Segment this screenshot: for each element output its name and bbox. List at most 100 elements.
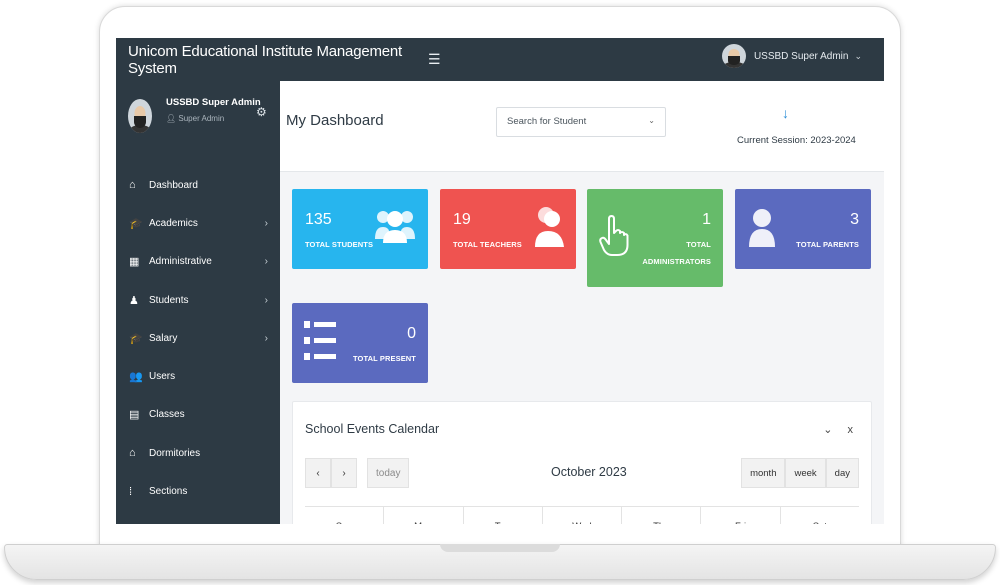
collapse-icon[interactable]: ⌄ (823, 424, 838, 436)
subjects-icon: ◉ (129, 523, 149, 524)
stat-value: 0 (407, 325, 416, 342)
weekday-label: Wed (541, 507, 621, 524)
stat-label: ADMINISTRATORS (642, 257, 711, 266)
sidebar-item-label: Administrative (149, 256, 212, 268)
arrow-down-icon[interactable]: ↓ (782, 105, 789, 121)
main-content: My Dashboard Search for Student ⌄ ↓ Curr… (280, 81, 884, 524)
user-menu-name: USSBD Super Admin (753, 50, 849, 62)
chevron-right-icon: › (264, 217, 268, 229)
sidebar-item-students[interactable]: ♟ Students › (116, 281, 280, 319)
stat-value: 135 (305, 211, 332, 228)
page-title: My Dashboard (286, 112, 384, 129)
laptop-notch (440, 544, 560, 552)
view-month-button[interactable]: month (741, 458, 786, 488)
book-icon: ▤ (129, 409, 140, 422)
sidebar-item-salary[interactable]: 🎓 Salary › (116, 319, 280, 357)
weekday-label: Thu (621, 507, 700, 524)
sidebar-item-academics[interactable]: 🎓 Academics › (116, 204, 280, 242)
weekday-label: Sat (779, 507, 859, 524)
sidebar-item-dormitories[interactable]: ⌂ Dormitories (116, 434, 280, 472)
sidebar-user-role: 👤︎ Super Admin (166, 114, 225, 123)
sidebar-item-label: Academics (149, 217, 198, 229)
pointer-hand-icon (599, 215, 629, 256)
student-icon: ♟ (129, 294, 139, 307)
stat-card-teachers[interactable]: 19 TOTAL TEACHERS (440, 189, 576, 269)
avatar (128, 99, 152, 133)
avatar (721, 44, 746, 68)
close-icon[interactable]: x (848, 424, 860, 436)
sidebar-item-subjects[interactable]: ◉Subjects (116, 511, 280, 524)
chevron-down-icon: ⌄ (648, 116, 655, 125)
calendar-controls: ⌄ x (823, 423, 859, 436)
stat-card-students[interactable]: 135 TOTAL STUDENTS (292, 189, 428, 269)
sidebar-item-dashboard[interactable]: ⌂ Dashboard (116, 166, 280, 204)
list-icon (304, 321, 336, 360)
dormitory-icon: ⌂ (129, 447, 136, 460)
view-week-button[interactable]: week (785, 458, 826, 488)
page-header: My Dashboard Search for Student ⌄ ↓ Curr… (280, 81, 884, 172)
graduation-cap-icon: 🎓 (129, 332, 143, 345)
sidebar-item-label: Dormitories (149, 447, 201, 459)
today-button[interactable]: today (367, 458, 410, 488)
stat-label: TOTAL PRESENT (353, 354, 416, 363)
current-session: Current Session: 2023-2024 (737, 135, 856, 146)
users-icon: 👥 (129, 371, 143, 384)
sidebar-item-label: Classes (149, 409, 185, 421)
sidebar-item-sections[interactable]: ⁞ Sections (116, 472, 280, 510)
stat-label: TOTAL STUDENTS (305, 240, 374, 249)
user-menu[interactable]: USSBD Super Admin ⌄ (721, 44, 862, 68)
stat-value: 3 (850, 211, 859, 228)
app-screen: Unicom Educational Institute Management … (116, 38, 884, 524)
stat-card-present[interactable]: 0 TOTAL PRESENT (292, 303, 428, 383)
top-navbar: Unicom Educational Institute Management … (116, 38, 884, 81)
stat-label: TOTAL TEACHERS (453, 240, 522, 249)
user-icon: 👤︎ (166, 114, 179, 123)
calendar-view-switcher: month week day (741, 458, 859, 488)
sections-icon: ⁞ (129, 485, 133, 498)
sidebar-item-label: Sections (149, 486, 188, 498)
gear-icon[interactable]: ⚙ (256, 105, 267, 119)
weekday-label: Sun (305, 507, 383, 524)
sidebar-item-classes[interactable]: ▤ Classes (116, 396, 280, 434)
view-day-button[interactable]: day (825, 458, 859, 488)
weekday-label: Mon (383, 507, 462, 524)
chevron-down-icon: ⌄ (854, 50, 862, 61)
sidebar: USSBD Super Admin 👤︎ Super Admin ⚙ ⌂ Dash… (116, 81, 280, 524)
sidebar-item-users[interactable]: 👥 Users (116, 357, 280, 395)
sidebar-item-administrative[interactable]: ▦ Administrative › (116, 243, 280, 281)
app-title[interactable]: Unicom Educational Institute Management … (116, 43, 416, 77)
events-calendar: School Events Calendar ⌄ x ‹ › today Oct… (292, 401, 872, 524)
building-icon: ▦ (129, 256, 140, 269)
calendar-month-label: October 2023 (551, 465, 627, 479)
sidebar-item-label: Salary (149, 332, 178, 344)
sidebar-user-name: USSBD Super Admin (166, 97, 261, 108)
prev-month-button[interactable]: ‹ (305, 458, 331, 488)
stat-label: TOTAL (686, 240, 711, 249)
stat-value: 19 (453, 211, 471, 228)
users-group-icon (375, 211, 415, 243)
user-icon (749, 209, 775, 247)
calendar-title: School Events Calendar (305, 422, 440, 436)
home-icon: ⌂ (129, 179, 136, 192)
graduation-cap-icon: 🎓 (129, 217, 143, 230)
chevron-right-icon: › (264, 332, 268, 344)
sidebar-item-label: Users (149, 371, 176, 383)
calendar-nav: ‹ › today (305, 458, 410, 488)
sidebar-item-label: Dashboard (149, 179, 198, 191)
weekday-label: Tue (462, 507, 542, 524)
hamburger-icon[interactable]: ☰ (428, 51, 441, 68)
sidebar-user-panel: USSBD Super Admin 👤︎ Super Admin ⚙ (116, 81, 280, 166)
student-search-select[interactable]: Search for Student ⌄ (496, 107, 666, 137)
sidebar-item-label: Students (149, 294, 189, 306)
chevron-right-icon: › (264, 256, 268, 268)
stat-value: 1 (702, 211, 711, 228)
weekday-label: Fri (700, 507, 779, 524)
stat-card-administrators[interactable]: 1 TOTAL ADMINISTRATORS (587, 189, 723, 287)
teacher-icon (535, 207, 564, 247)
next-month-button[interactable]: › (331, 458, 357, 488)
weekday-header: Sun Mon Tue Wed Thu Fri Sat (305, 506, 859, 524)
search-placeholder: Search for Student (507, 116, 587, 127)
sidebar-menu: ⌂ Dashboard 🎓 Academics › ▦ Administrative › ♟ St… (116, 166, 280, 524)
stat-card-parents[interactable]: 3 TOTAL PARENTS (735, 189, 871, 269)
stat-label: TOTAL PARENTS (796, 240, 859, 249)
